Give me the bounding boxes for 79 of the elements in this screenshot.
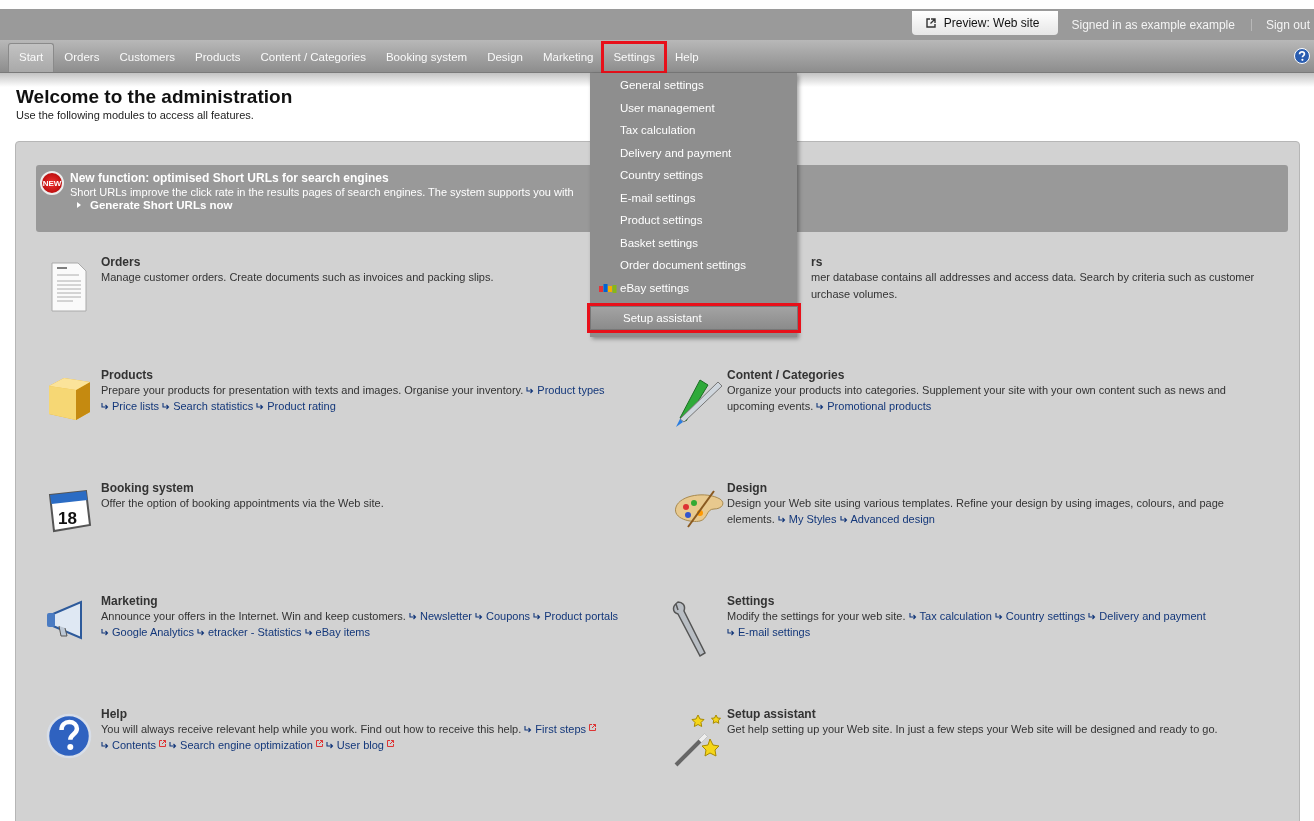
module-title[interactable]: Design	[727, 481, 1258, 495]
module-title[interactable]: rs	[811, 255, 1258, 269]
module-link[interactable]: Product types	[526, 384, 605, 396]
module-link[interactable]: User blog	[325, 738, 394, 751]
module-description: Design your Web site using various templates. Refine your design by using images, colours, and page elements. My Styles Advanced design	[727, 496, 1225, 527]
new-badge: NEW	[40, 171, 64, 195]
module-link[interactable]: Contents	[101, 738, 167, 751]
link-arrow-icon	[162, 402, 171, 410]
module-link[interactable]: E-mail settings	[727, 625, 811, 638]
module-description-line: mer database contains all addresses and access data. Search by criteria such as customer	[811, 270, 1256, 285]
module-description-line: urchase volumes.	[811, 286, 899, 302]
calendar-day-text: 18	[57, 509, 77, 528]
link-arrow-icon	[409, 613, 417, 620]
module-link[interactable]: Search engine optimization	[169, 738, 323, 751]
module-title[interactable]: Settings	[727, 594, 1258, 608]
module-link[interactable]: Google Analytics	[101, 625, 194, 638]
module-link[interactable]: Product portals	[533, 610, 619, 622]
module-description: Announce your offers in the Internet. Win and keep customers. Newsletter Coupons Product portals Google Analytics etracker - Statistics eBay items	[101, 609, 620, 640]
module-description: Offer the option of booking appointments via the Web site.	[101, 496, 385, 511]
external-link-icon	[159, 739, 167, 747]
module-link[interactable]: etracker - Statistics	[197, 625, 302, 638]
module-link[interactable]: Product rating	[256, 399, 336, 412]
module-link[interactable]: Advanced design	[839, 512, 935, 525]
module-title[interactable]: Booking system	[101, 481, 654, 495]
banner-text: Short URLs improve the click rate in the results pages of search engines. The system supports you with	[70, 186, 574, 198]
link-arrow-icon	[101, 402, 109, 410]
external-link-icon	[925, 18, 936, 28]
link-arrow-icon	[727, 628, 735, 636]
link-arrow-icon	[169, 741, 178, 749]
module-link[interactable]: Promotional products	[816, 399, 932, 412]
module-link[interactable]: Search statistics	[162, 399, 254, 412]
link-arrow-icon	[526, 387, 535, 394]
link-arrow-icon	[197, 628, 205, 636]
module-link[interactable]: Tax calculation	[908, 610, 992, 622]
link-arrow-icon	[777, 515, 786, 523]
module-link[interactable]: eBay items	[304, 625, 370, 638]
module-title[interactable]: Content / Categories	[727, 368, 1258, 382]
module-description: Manage customer orders. Create documents such as invoices and packing slips.	[101, 270, 495, 285]
module-description: Prepare your products for presentation with texts and images. Organise your inventory. Product types Price lists Search statistics Product rating	[101, 383, 606, 414]
link-arrow-icon	[1088, 613, 1097, 620]
link-arrow-icon	[816, 402, 825, 410]
link-arrow-icon	[101, 628, 109, 636]
help-icon	[45, 713, 92, 759]
module-link[interactable]: Price lists	[101, 399, 160, 412]
module-description: Organize your products into categories. Supplement your site with your own content such as news and upcoming events. Promotional products	[727, 383, 1227, 414]
link-arrow-icon	[256, 402, 265, 410]
signed-in-text: Signed in as example example	[1071, 18, 1235, 32]
module-title[interactable]: Marketing	[101, 594, 654, 608]
module-link[interactable]: Country settings	[994, 610, 1086, 622]
link-arrow-icon	[839, 515, 848, 523]
module-description: You will always receive relevant help while you work. Find out how to receive this help. First steps Contents Search engine optimization User blog	[101, 722, 654, 753]
link-arrow-icon	[325, 741, 334, 749]
module-link[interactable]: First steps	[524, 723, 597, 735]
link-arrow-icon	[908, 613, 917, 620]
link-arrow-icon	[524, 726, 533, 733]
link-arrow-icon	[533, 613, 542, 620]
banner-title: New function: optimised Short URLs for search engines	[70, 171, 390, 185]
link-arrow-icon	[475, 613, 483, 620]
link-arrow-icon	[994, 613, 1003, 620]
page-title: Welcome to the administration	[16, 86, 293, 108]
module-link[interactable]: My Styles	[777, 512, 837, 525]
module-link[interactable]: Coupons	[475, 610, 531, 622]
link-arrow-icon	[304, 628, 313, 636]
module-title[interactable]: Help	[101, 707, 654, 721]
external-link-icon	[589, 724, 597, 731]
module-description: Modify the settings for your web site. Tax calculation Country settings Delivery and payment E-mail settings	[727, 609, 1207, 640]
module-link[interactable]: Delivery and payment	[1088, 610, 1206, 622]
logo-icon	[599, 283, 617, 293]
help-icon[interactable]	[1294, 48, 1310, 64]
triangle-icon	[76, 201, 82, 209]
preview-button[interactable]: Preview: Web site	[911, 11, 1058, 35]
external-link-icon	[315, 739, 323, 747]
external-link-icon	[386, 739, 394, 747]
module-description: Get help setting up your Web site. In just a few steps your Web site will be designed and ready to go.	[727, 722, 1219, 737]
module-title[interactable]: Products	[101, 368, 654, 382]
module-title[interactable]: Setup assistant	[727, 707, 1258, 721]
module-link[interactable]: Newsletter	[409, 610, 472, 622]
document-icon	[48, 261, 89, 313]
link-arrow-icon	[101, 741, 109, 749]
